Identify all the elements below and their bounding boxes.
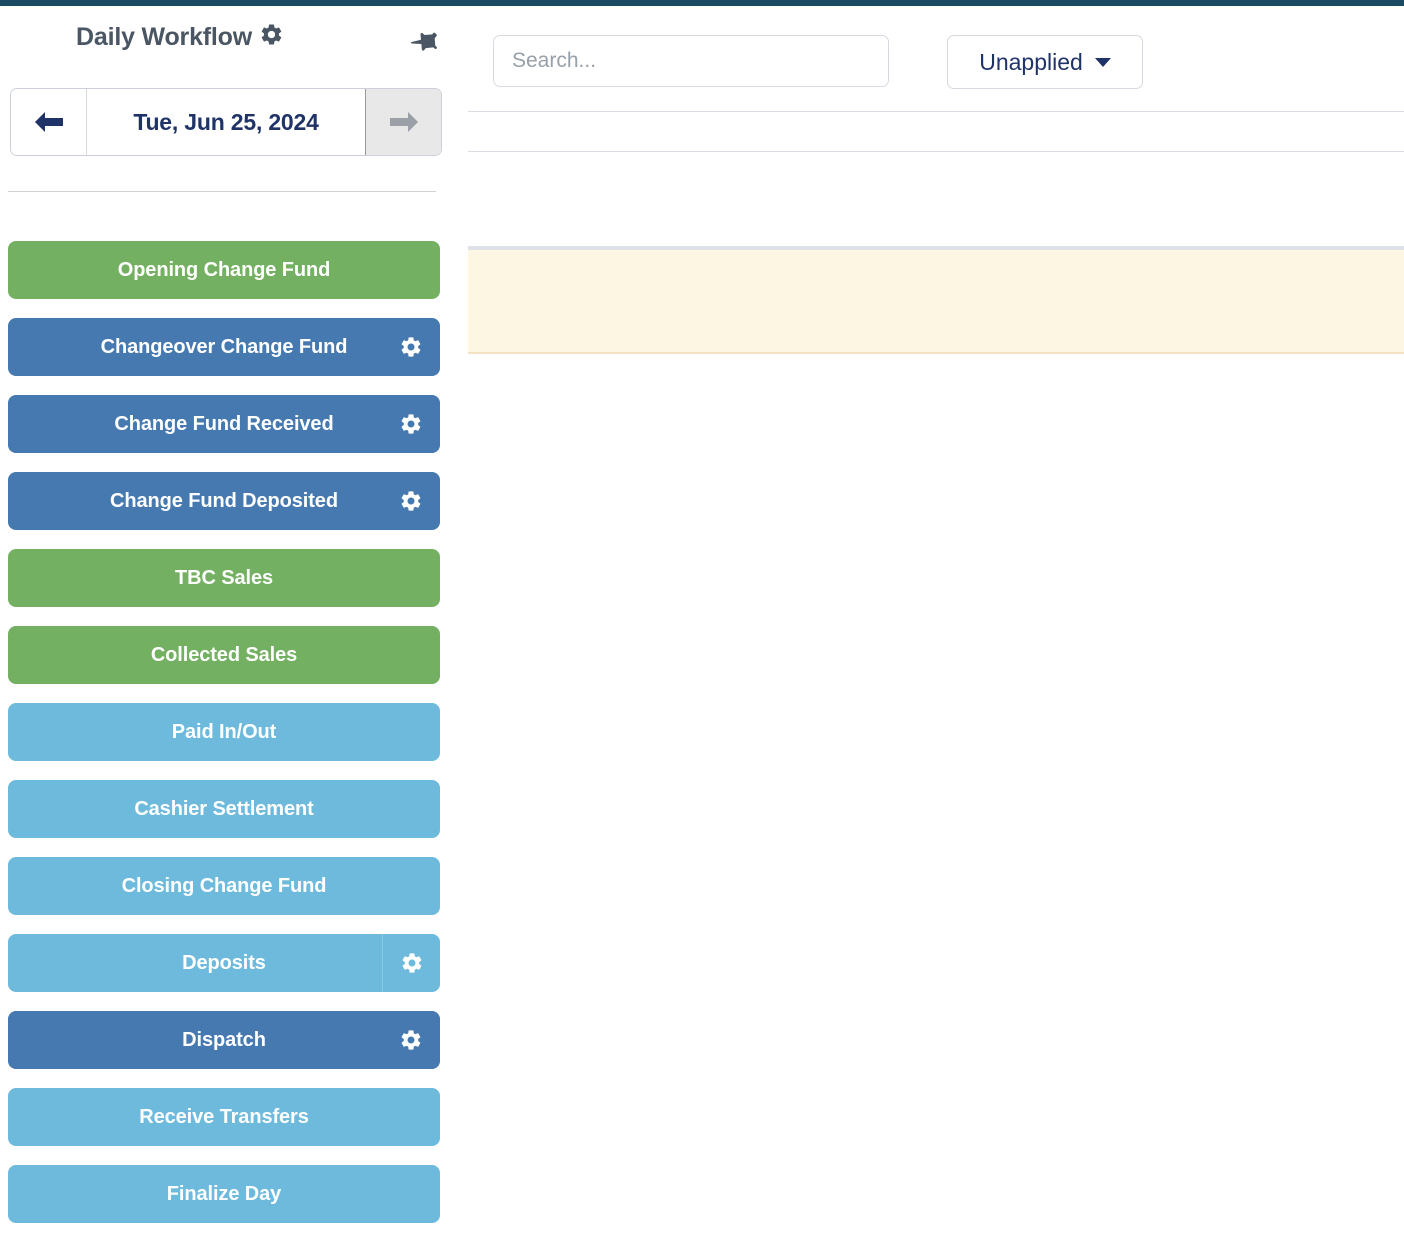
workflow-step-changeover-change-fund[interactable]: Changeover Change Fund <box>8 318 440 376</box>
gear-icon[interactable] <box>382 934 440 992</box>
workflow-step-label: Change Fund Deposited <box>110 489 338 512</box>
workflow-step-label: Deposits <box>182 951 266 974</box>
workflow-step-list: Opening Change Fund Changeover Change Fu… <box>8 241 440 1242</box>
daily-workflow-sidebar: Daily Workflow Tue, Jun 25, 2024 Opening… <box>0 6 448 1248</box>
workflow-step-opening-change-fund[interactable]: Opening Change Fund <box>8 241 440 299</box>
chevron-down-icon <box>1094 57 1111 67</box>
workflow-step-label: Change Fund Received <box>114 412 334 435</box>
current-date-label[interactable]: Tue, Jun 25, 2024 <box>87 89 365 155</box>
workflow-step-collected-sales[interactable]: Collected Sales <box>8 626 440 684</box>
sidebar-divider <box>8 191 436 192</box>
search-input[interactable] <box>493 35 889 87</box>
workflow-step-label: Receive Transfers <box>139 1105 309 1128</box>
workflow-step-label: Cashier Settlement <box>134 797 314 820</box>
workflow-step-deposits[interactable]: Deposits <box>8 934 440 992</box>
arrow-right-icon[interactable] <box>365 89 441 155</box>
toolbar-divider-bottom <box>468 151 1404 152</box>
gear-icon[interactable] <box>259 22 284 54</box>
workflow-step-label: Collected Sales <box>150 643 298 666</box>
workflow-step-receive-transfers[interactable]: Receive Transfers <box>8 1088 440 1146</box>
workflow-step-label: Finalize Day <box>166 1182 282 1205</box>
workflow-step-cashier-settlement[interactable]: Cashier Settlement <box>8 780 440 838</box>
sidebar-header: Daily Workflow <box>0 14 448 62</box>
status-filter-dropdown[interactable]: Unapplied <box>947 35 1143 89</box>
toolbar-divider-top <box>468 111 1404 112</box>
workflow-step-finalize-day[interactable]: Finalize Day <box>8 1165 440 1223</box>
gear-icon[interactable] <box>382 395 440 453</box>
gear-icon[interactable] <box>382 1011 440 1069</box>
date-navigator: Tue, Jun 25, 2024 <box>10 88 442 156</box>
workflow-step-tbc-sales[interactable]: TBC Sales <box>8 549 440 607</box>
workflow-step-label: TBC Sales <box>174 566 274 589</box>
workflow-step-paid-in-out[interactable]: Paid In/Out <box>8 703 440 761</box>
gear-icon[interactable] <box>382 318 440 376</box>
arrow-left-icon[interactable] <box>11 89 87 155</box>
page-title-text: Daily Workflow <box>76 23 252 51</box>
main-content: Unapplied <box>448 6 1404 1248</box>
workflow-step-change-fund-received[interactable]: Change Fund Received <box>8 395 440 453</box>
workflow-step-dispatch[interactable]: Dispatch <box>8 1011 440 1069</box>
workflow-step-label: Dispatch <box>182 1028 266 1051</box>
main-toolbar: Unapplied <box>448 24 1404 104</box>
workflow-step-label: Paid In/Out <box>171 720 277 743</box>
workflow-step-label: Opening Change Fund <box>117 258 331 281</box>
empty-results-panel <box>468 246 1404 354</box>
workflow-step-label: Changeover Change Fund <box>100 335 348 358</box>
pin-icon[interactable] <box>408 24 442 58</box>
workflow-step-closing-change-fund[interactable]: Closing Change Fund <box>8 857 440 915</box>
gear-icon[interactable] <box>382 472 440 530</box>
status-filter-label: Unapplied <box>979 48 1083 75</box>
page-title: Daily Workflow <box>0 22 360 54</box>
workflow-step-label: Closing Change Fund <box>121 874 327 897</box>
workflow-step-change-fund-deposited[interactable]: Change Fund Deposited <box>8 472 440 530</box>
